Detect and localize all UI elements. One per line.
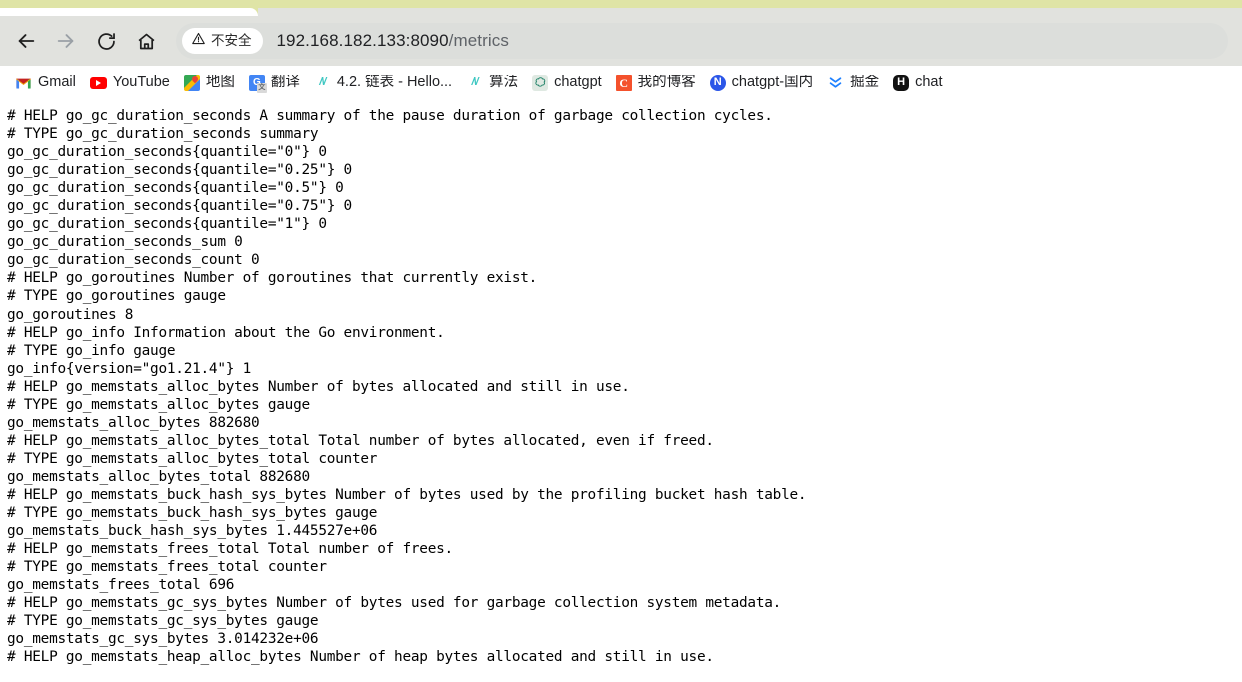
gmail-icon <box>15 74 32 91</box>
bookmark-chatgpt-cn[interactable]: N chatgpt-国内 <box>703 71 820 95</box>
hello-algo-icon: /\/ <box>319 76 326 88</box>
google-translate-icon: G <box>248 74 267 93</box>
forward-button[interactable] <box>46 21 86 61</box>
url-text[interactable]: 192.168.182.133:8090/metrics <box>277 31 509 51</box>
metrics-plaintext: # HELP go_gc_duration_seconds A summary … <box>7 108 807 666</box>
bookmark-chat[interactable]: H chat <box>886 71 949 95</box>
bookmark-hello-algo[interactable]: /\/ 算法 <box>459 71 525 94</box>
url-path: /metrics <box>448 31 509 50</box>
bookmark-label: YouTube <box>112 75 170 90</box>
tab-strip[interactable] <box>0 0 1242 16</box>
active-tab[interactable] <box>0 8 258 16</box>
address-bar[interactable]: 不安全 192.168.182.133:8090/metrics <box>176 23 1228 59</box>
bookmark-juejin[interactable]: 掘金 <box>820 71 886 94</box>
chatgpt-icon <box>532 74 549 91</box>
url-host: 192.168.182.133:8090 <box>276 31 449 50</box>
bookmark-hello-algo-linkedlist[interactable]: /\/ 4.2. 链表 - Hello... <box>307 71 459 94</box>
google-maps-icon <box>183 74 200 91</box>
bookmark-label: 翻译 <box>270 75 300 90</box>
home-button[interactable] <box>126 21 166 61</box>
bookmark-my-blog[interactable]: C 我的博客 <box>609 71 703 95</box>
blog-c-icon: C <box>615 74 632 91</box>
juejin-icon <box>827 75 844 90</box>
bookmark-label: chatgpt <box>554 75 602 90</box>
youtube-icon <box>89 76 107 89</box>
browser-toolbar: 不安全 192.168.182.133:8090/metrics <box>0 16 1242 66</box>
warning-triangle-icon <box>191 31 206 51</box>
bookmark-label: 4.2. 链表 - Hello... <box>336 75 453 90</box>
bookmark-label: 我的博客 <box>637 75 696 90</box>
reload-button[interactable] <box>86 21 126 61</box>
reload-icon <box>96 31 117 52</box>
bookmarks-bar: Gmail YouTube 地图 G 翻译 /\/ 4.2. 链表 - Hell… <box>0 66 1242 99</box>
page-viewport: # HELP go_gc_duration_seconds A summary … <box>0 99 1242 682</box>
bookmark-chatgpt[interactable]: chatgpt <box>525 71 609 95</box>
bookmark-label: chat <box>915 75 943 90</box>
nami-n-icon: N <box>709 74 726 91</box>
bookmark-youtube[interactable]: YouTube <box>83 71 177 94</box>
security-status-chip[interactable]: 不安全 <box>182 28 263 54</box>
bookmark-label: 算法 <box>489 75 519 90</box>
chat-h-icon: H <box>893 74 910 91</box>
arrow-right-icon <box>55 30 77 52</box>
bookmark-label: 掘金 <box>850 75 880 90</box>
security-status-label: 不安全 <box>211 33 252 49</box>
bookmark-label: chatgpt-国内 <box>731 75 814 90</box>
bookmark-label: Gmail <box>38 75 76 90</box>
home-icon <box>136 31 157 52</box>
bookmark-label: 地图 <box>205 75 235 90</box>
arrow-left-icon <box>15 30 37 52</box>
tab-strip-background <box>258 8 1242 16</box>
bookmark-maps[interactable]: 地图 <box>177 71 242 95</box>
bookmark-gmail[interactable]: Gmail <box>8 70 83 95</box>
bookmark-translate[interactable]: G 翻译 <box>242 71 307 95</box>
back-button[interactable] <box>6 21 46 61</box>
hello-algo-icon: /\/ <box>471 76 479 88</box>
